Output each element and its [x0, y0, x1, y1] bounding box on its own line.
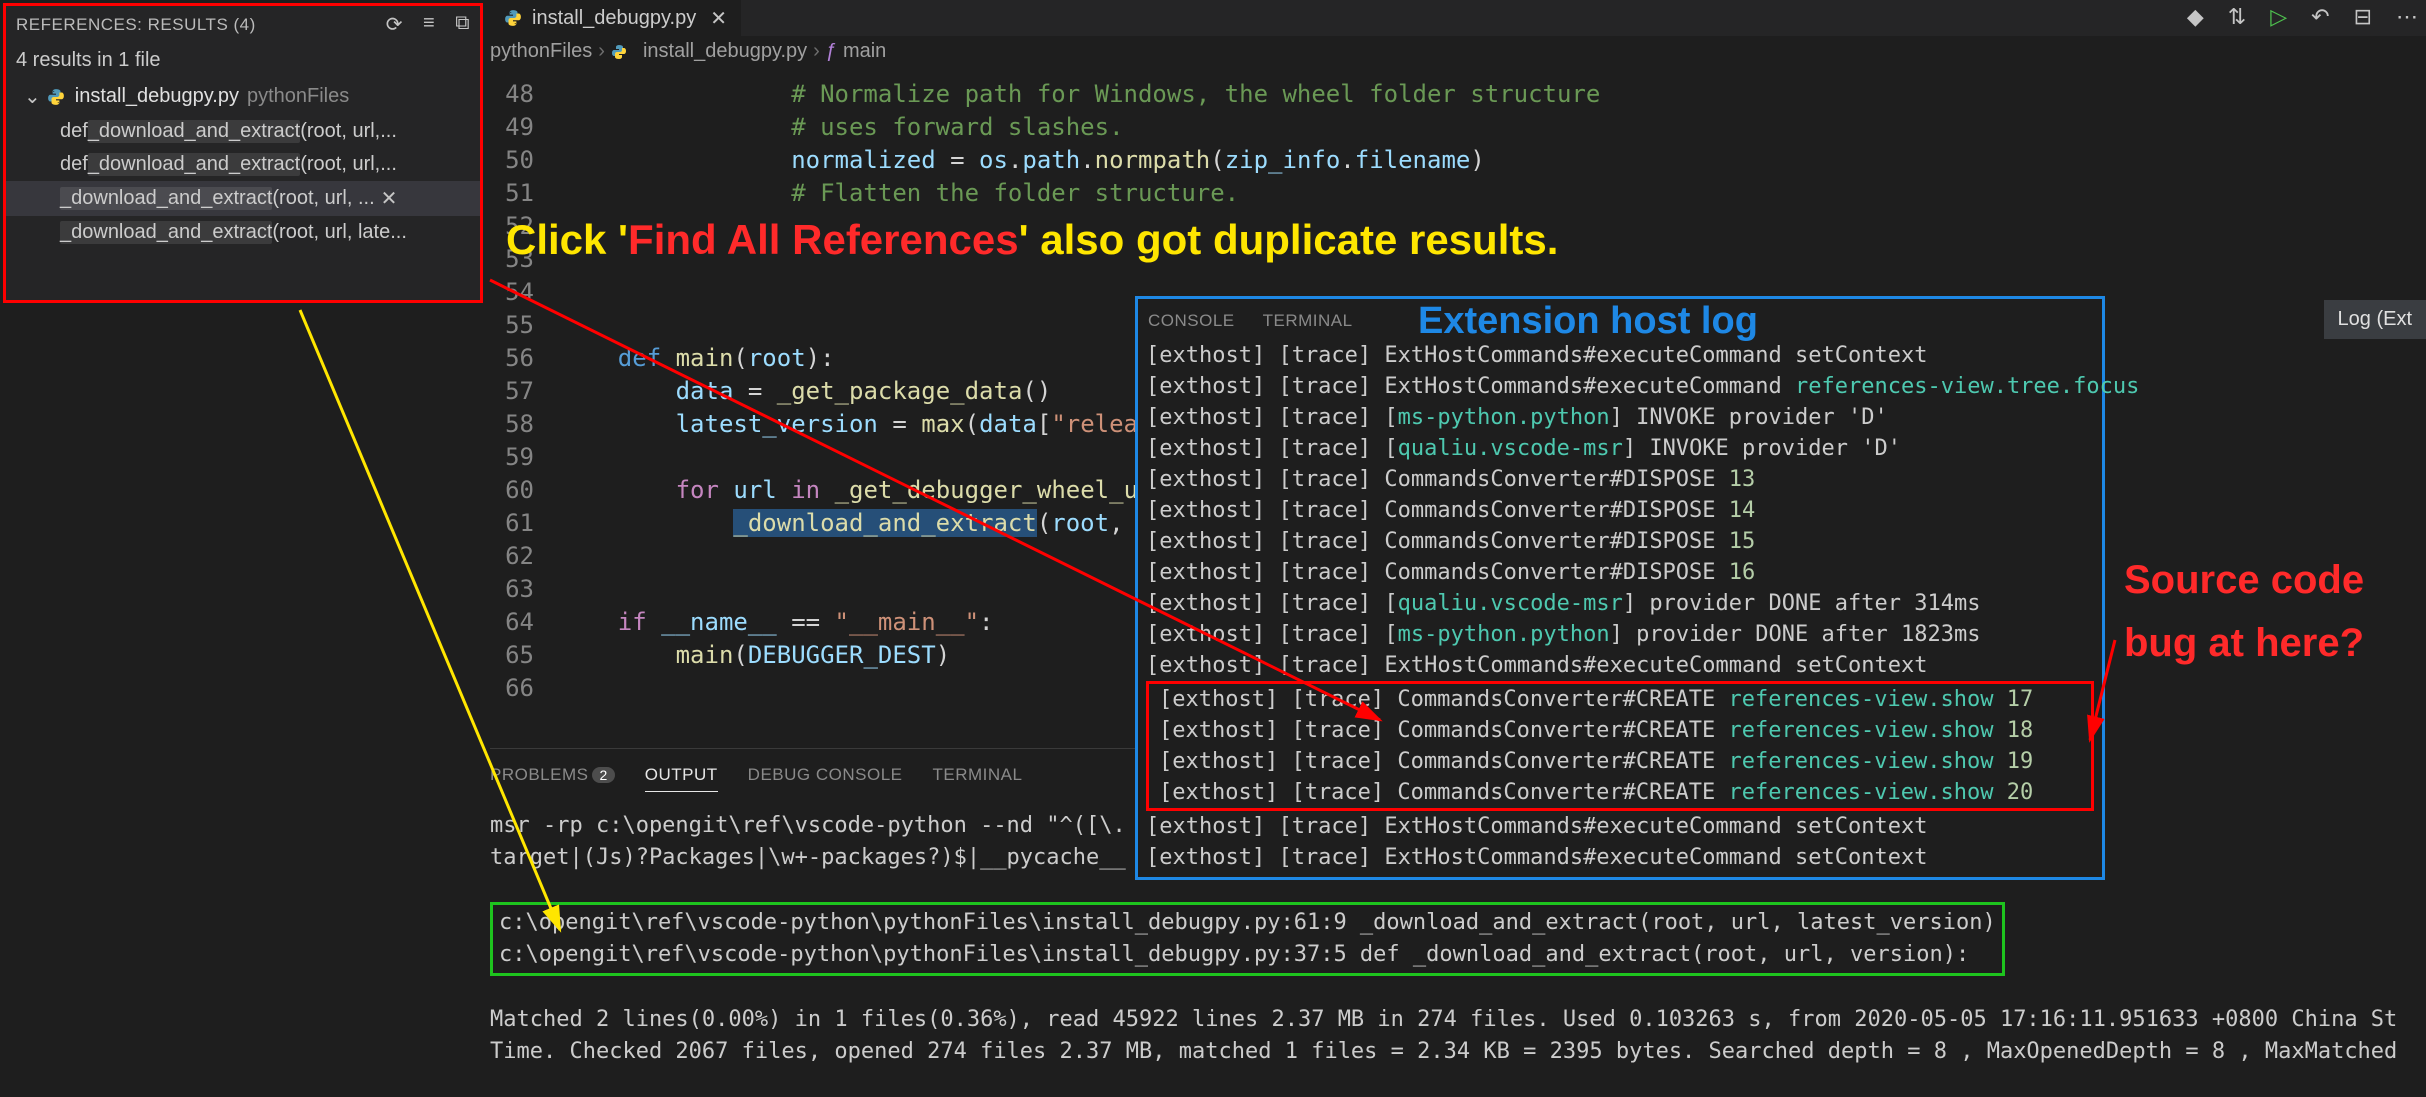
log-line: [exthost] [trace] CommandsConverter#CREA…	[1151, 684, 2089, 715]
tab-problems[interactable]: PROBLEMS2	[490, 765, 615, 792]
log-line: [exthost] [trace] CommandsConverter#DISP…	[1138, 495, 2102, 526]
split-icon[interactable]: ⊟	[2354, 4, 2372, 30]
titlebar-actions: ◆ ⇅ ▷ ↶ ⊟ ⋯	[2187, 4, 2418, 30]
log-line: [exthost] [trace] [ms-python.python] pro…	[1138, 619, 2102, 650]
line-number: 62	[490, 540, 560, 573]
references-list: def _download_and_extract(root, url,...d…	[6, 115, 480, 249]
extension-host-log[interactable]: CONSOLE TERMINAL [exthost] [trace] ExtHo…	[1135, 296, 2105, 880]
line-number: 59	[490, 441, 560, 474]
tab-debug-console[interactable]: DEBUG CONSOLE	[748, 765, 903, 792]
log-dropdown[interactable]: Log (Ext	[2324, 300, 2426, 339]
editor-tab-bar: install_debugpy.py ✕	[490, 0, 2426, 36]
references-file-row[interactable]: ⌄ install_debugpy.py pythonFiles	[6, 78, 480, 115]
line-number: 54	[490, 276, 560, 309]
annotation-main: Click 'Find All References' also got dup…	[506, 216, 1558, 264]
line-number: 65	[490, 639, 560, 672]
problems-badge: 2	[592, 767, 614, 783]
match-results-box: c:\opengit\ref\vscode-python\pythonFiles…	[490, 902, 2005, 976]
log-line: [exthost] [trace] [qualiu.vscode-msr] pr…	[1138, 588, 2102, 619]
breadcrumb[interactable]: pythonFiles › install_debugpy.py › ƒ mai…	[490, 40, 886, 63]
close-icon[interactable]: ✕	[710, 6, 727, 31]
line-number: 63	[490, 573, 560, 606]
file-folder: pythonFiles	[247, 85, 349, 108]
play-icon[interactable]: ▷	[2270, 4, 2287, 30]
log-line: [exthost] [trace] [ms-python.python] INV…	[1138, 402, 2102, 433]
line-number: 55	[490, 309, 560, 342]
python-file-icon	[504, 9, 522, 27]
log-highlight-box: [exthost] [trace] CommandsConverter#CREA…	[1146, 681, 2094, 811]
line-number: 60	[490, 474, 560, 507]
log-line: [exthost] [trace] CommandsConverter#DISP…	[1138, 557, 2102, 588]
line-number: 56	[490, 342, 560, 375]
log-line: [exthost] [trace] CommandsConverter#DISP…	[1138, 526, 2102, 557]
annotation-hostlog: Extension host log	[1418, 300, 1758, 343]
log-line: [exthost] [trace] CommandsConverter#CREA…	[1151, 777, 2089, 808]
output-line: Matched 2 lines(0.00%) in 1 files(0.36%)…	[490, 1004, 2416, 1036]
line-number: 51	[490, 177, 560, 210]
diamond-icon[interactable]: ◆	[2187, 4, 2204, 30]
line-number: 58	[490, 408, 560, 441]
log-line: [exthost] [trace] ExtHostCommands#execut…	[1138, 650, 2102, 681]
tab-terminal[interactable]: TERMINAL	[932, 765, 1022, 792]
chevron-right-icon: ›	[813, 40, 820, 63]
refresh-icon[interactable]: ⟳	[386, 12, 403, 37]
log-line: [exthost] [trace] ExtHostCommands#execut…	[1138, 842, 2102, 873]
log-line: [exthost] [trace] [qualiu.vscode-msr] IN…	[1138, 433, 2102, 464]
tab-install-debugpy[interactable]: install_debugpy.py ✕	[490, 0, 741, 36]
tab-terminal[interactable]: TERMINAL	[1263, 305, 1353, 336]
line-number: 64	[490, 606, 560, 639]
references-title: REFERENCES: RESULTS (4)	[16, 15, 386, 35]
reference-item[interactable]: _download_and_extract(root, url, late...	[6, 216, 480, 249]
breadcrumb-symbol[interactable]: main	[843, 40, 886, 63]
reference-item[interactable]: _download_and_extract(root, url, ...✕	[6, 181, 480, 216]
log-line: [exthost] [trace] ExtHostCommands#execut…	[1138, 340, 2102, 371]
line-number: 66	[490, 672, 560, 705]
tab-output[interactable]: OUTPUT	[645, 765, 718, 792]
tab-console[interactable]: CONSOLE	[1148, 305, 1235, 336]
reference-item[interactable]: def _download_and_extract(root, url,...	[6, 148, 480, 181]
code-line[interactable]: 51 # Flatten the folder structure.	[490, 177, 2426, 210]
breadcrumb-folder[interactable]: pythonFiles	[490, 40, 592, 63]
line-number: 61	[490, 507, 560, 540]
function-icon: ƒ	[826, 40, 837, 63]
line-number: 50	[490, 144, 560, 177]
match-line: c:\opengit\ref\vscode-python\pythonFiles…	[499, 907, 1996, 939]
log-line: [exthost] [trace] CommandsConverter#CREA…	[1151, 715, 2089, 746]
code-line[interactable]: 48 # Normalize path for Windows, the whe…	[490, 78, 2426, 111]
python-file-icon	[47, 88, 65, 106]
log-line: [exthost] [trace] CommandsConverter#DISP…	[1138, 464, 2102, 495]
line-number: 57	[490, 375, 560, 408]
more-icon[interactable]: ⋯	[2396, 4, 2418, 30]
log-line: [exthost] [trace] CommandsConverter#CREA…	[1151, 746, 2089, 777]
match-line: c:\opengit\ref\vscode-python\pythonFiles…	[499, 939, 1996, 971]
collapse-icon[interactable]: ≡	[423, 12, 435, 37]
references-panel: REFERENCES: RESULTS (4) ⟳ ≡ ⧉ 4 results …	[3, 3, 483, 303]
code-line[interactable]: 50 normalized = os.path.normpath(zip_inf…	[490, 144, 2426, 177]
file-name: install_debugpy.py	[75, 85, 239, 108]
chevron-right-icon: ›	[598, 40, 605, 63]
references-summary: 4 results in 1 file	[6, 43, 480, 78]
line-number: 48	[490, 78, 560, 111]
annotation-source-bug: Source code bug at here?	[2124, 558, 2364, 666]
code-line[interactable]: 49 # uses forward slashes.	[490, 111, 2426, 144]
close-icon[interactable]: ✕	[381, 186, 398, 211]
clear-icon[interactable]: ⧉	[455, 12, 470, 37]
log-line: [exthost] [trace] ExtHostCommands#execut…	[1138, 371, 2102, 402]
revert-icon[interactable]: ↶	[2311, 4, 2329, 30]
compare-icon[interactable]: ⇅	[2228, 4, 2246, 30]
line-number: 49	[490, 111, 560, 144]
output-line: Time. Checked 2067 files, opened 274 fil…	[490, 1036, 2416, 1068]
python-file-icon	[611, 43, 627, 61]
tab-label: install_debugpy.py	[532, 7, 696, 30]
breadcrumb-file[interactable]: install_debugpy.py	[643, 40, 807, 63]
reference-item[interactable]: def _download_and_extract(root, url,...	[6, 115, 480, 148]
log-line: [exthost] [trace] ExtHostCommands#execut…	[1138, 811, 2102, 842]
chevron-down-icon: ⌄	[24, 84, 41, 109]
